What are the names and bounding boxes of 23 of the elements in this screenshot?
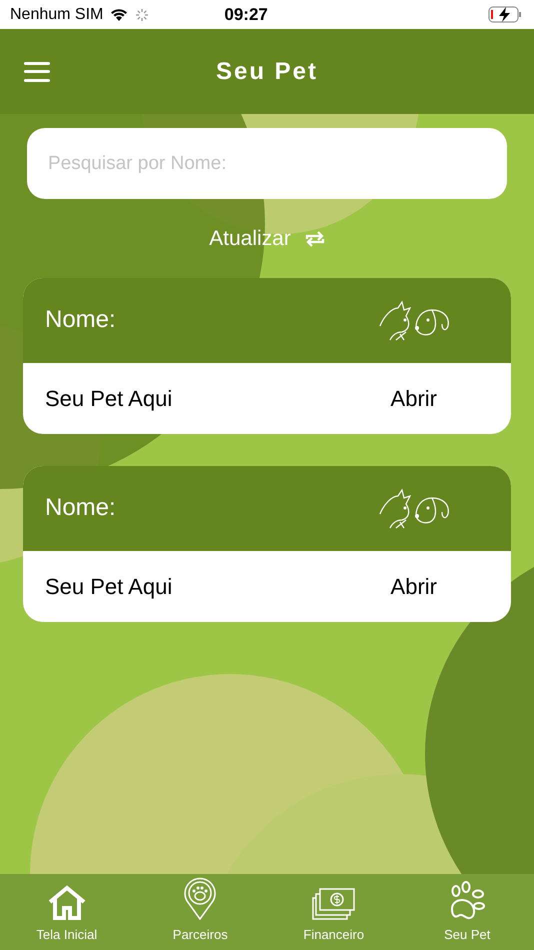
menu-button[interactable] xyxy=(24,62,50,82)
name-label: Nome: xyxy=(45,305,116,335)
paw-pin-icon xyxy=(183,876,218,920)
refresh-button[interactable]: Atualizar xyxy=(209,223,325,254)
loading-spinner-icon xyxy=(135,8,150,22)
name-label: Nome: xyxy=(45,493,116,523)
tab-bar-item[interactable]: Parceiros xyxy=(134,874,267,950)
repeat-icon xyxy=(304,230,325,248)
carrier-text: Nenhum SIM xyxy=(10,4,104,24)
tab-bar-item[interactable]: Financeiro xyxy=(267,874,400,950)
time-text: 09:27 xyxy=(224,4,268,26)
house-icon xyxy=(46,884,87,920)
open-button[interactable]: Abrir xyxy=(390,570,437,602)
open-button[interactable]: Abrir xyxy=(390,382,437,414)
banknotes-icon xyxy=(312,886,356,920)
pet-name: Seu Pet Aqui xyxy=(45,572,172,601)
wifi-icon xyxy=(109,7,130,22)
header-title: Seu Pet xyxy=(216,56,318,86)
tab-bar-item[interactable]: Seu Pet xyxy=(400,874,534,950)
tab-bar-item[interactable]: Tela Inicial xyxy=(0,874,134,950)
search-field[interactable]: Pesquisar por Nome: xyxy=(27,128,507,199)
pet-name: Seu Pet Aqui xyxy=(45,384,172,413)
battery-charging-icon xyxy=(488,6,522,23)
